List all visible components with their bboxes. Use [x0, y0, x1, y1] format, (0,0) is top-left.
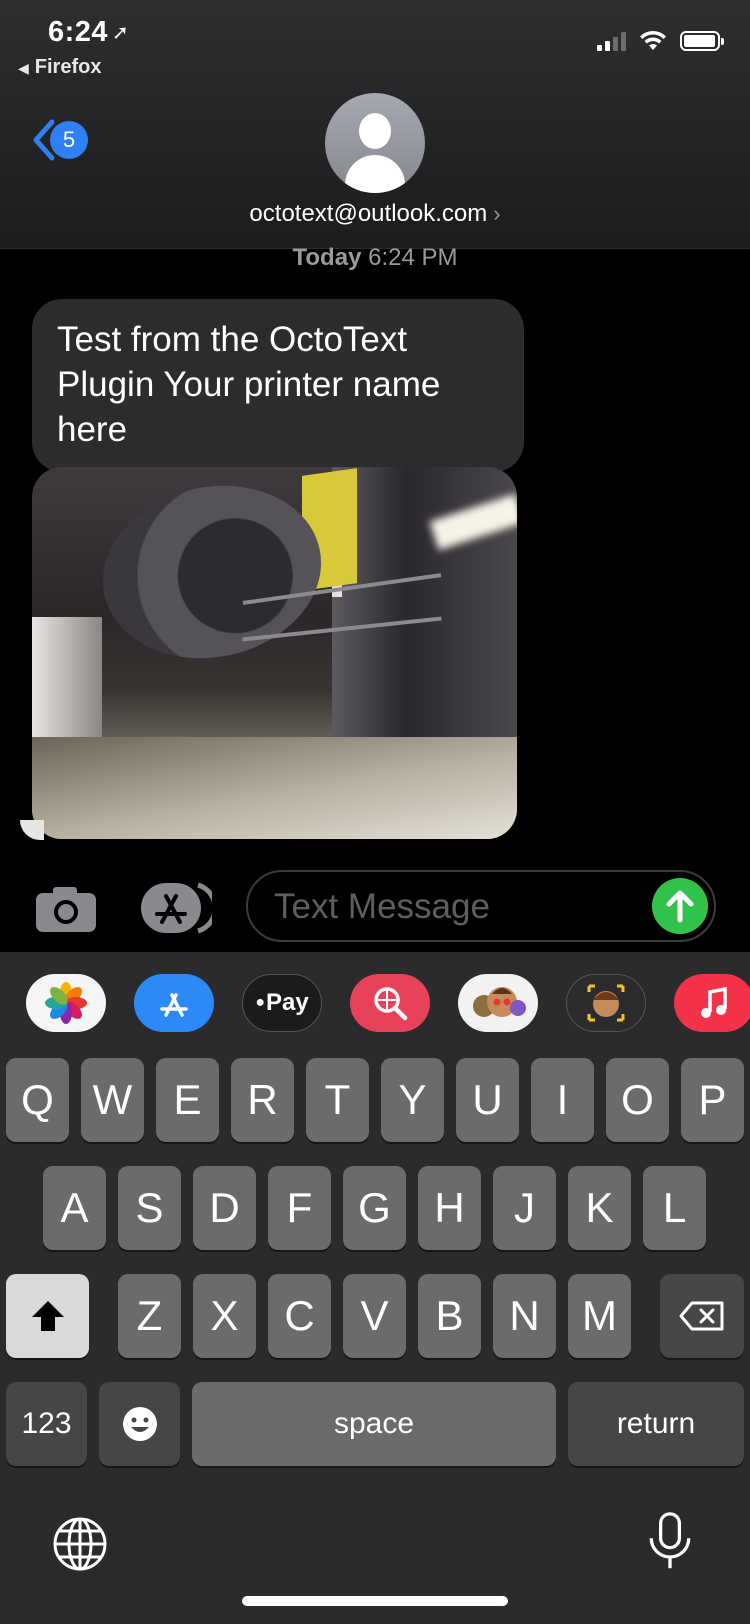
microphone-icon[interactable]	[640, 1512, 700, 1572]
apple-logo-icon: ●	[255, 994, 265, 1011]
cellular-signal-icon	[597, 31, 626, 51]
unread-count-badge: 5	[50, 121, 88, 159]
location-arrow-icon: ➚	[112, 22, 130, 44]
image-attachment[interactable]	[32, 467, 517, 839]
timestamp-day: Today	[292, 244, 362, 271]
conversation-header: 6:24 ➚ ◀ Firefox 5 octotext@outlook.com ›	[0, 0, 750, 249]
received-message-bubble[interactable]: Test from the OctoText Plugin Your print…	[32, 299, 524, 472]
status-indicators	[597, 30, 724, 52]
key-k[interactable]: K	[568, 1166, 631, 1250]
person-body-shape	[345, 155, 405, 193]
printer-fan-shape	[86, 467, 338, 679]
chevron-right-icon: ›	[493, 201, 501, 226]
key-u[interactable]: U	[456, 1058, 519, 1142]
key-z[interactable]: Z	[118, 1274, 181, 1358]
print-bed-shape	[32, 737, 517, 839]
numbers-key[interactable]: 123	[6, 1382, 87, 1466]
search-images-icon[interactable]	[350, 974, 430, 1032]
keyboard: QWERTYUIOP ASDFGHJKL ZXCVBNM 123 space r…	[0, 1052, 750, 1624]
photos-flower-icon	[45, 982, 87, 1024]
composer-row	[0, 858, 750, 950]
shift-arrow-icon	[31, 1301, 64, 1331]
key-p[interactable]: P	[681, 1058, 744, 1142]
status-time-text: 6:24	[48, 16, 109, 48]
backspace-icon	[679, 1301, 724, 1331]
memoji-stickers-icon[interactable]	[458, 974, 538, 1032]
key-e[interactable]: E	[156, 1058, 219, 1142]
delete-key[interactable]	[660, 1274, 744, 1358]
key-r[interactable]: R	[231, 1058, 294, 1142]
space-key[interactable]: space	[192, 1382, 556, 1466]
battery-icon	[680, 31, 724, 51]
send-button[interactable]	[652, 878, 708, 934]
arrow-up-icon	[666, 890, 694, 923]
animoji-icon[interactable]	[566, 974, 646, 1032]
magnifier-globe-icon	[374, 987, 408, 1021]
bubble-tail	[20, 820, 44, 840]
photos-app-icon[interactable]	[26, 974, 106, 1032]
globe-icon[interactable]	[50, 1514, 110, 1574]
key-i[interactable]: I	[531, 1058, 594, 1142]
return-key[interactable]: return	[568, 1382, 744, 1466]
smiley-icon	[122, 1407, 157, 1441]
timestamp-time: 6:24 PM	[368, 244, 458, 271]
key-n[interactable]: N	[493, 1274, 556, 1358]
key-l[interactable]: L	[643, 1166, 706, 1250]
key-w[interactable]: W	[81, 1058, 144, 1142]
key-d[interactable]: D	[193, 1166, 256, 1250]
key-x[interactable]: X	[193, 1274, 256, 1358]
emoji-key[interactable]	[99, 1382, 180, 1466]
text-message-input[interactable]	[272, 880, 646, 934]
app-store-button[interactable]	[140, 882, 212, 934]
key-o[interactable]: O	[606, 1058, 669, 1142]
music-note-icon	[701, 986, 727, 1018]
key-y[interactable]: Y	[381, 1058, 444, 1142]
memoji-faces-icon	[473, 987, 526, 1017]
key-v[interactable]: V	[343, 1274, 406, 1358]
back-app-label: Firefox	[34, 56, 102, 78]
key-g[interactable]: G	[343, 1166, 406, 1250]
key-c[interactable]: C	[268, 1274, 331, 1358]
home-indicator[interactable]	[242, 1596, 508, 1606]
person-head-shape	[359, 113, 391, 149]
contact-avatar[interactable]	[325, 93, 425, 193]
status-time: 6:24 ➚	[48, 16, 129, 49]
apple-pay-icon[interactable]: ● Pay	[242, 974, 322, 1032]
key-f[interactable]: F	[268, 1166, 331, 1250]
shift-key[interactable]	[6, 1274, 89, 1358]
key-m[interactable]: M	[568, 1274, 631, 1358]
music-app-icon[interactable]	[674, 974, 750, 1032]
animoji-face-icon	[587, 984, 625, 1022]
key-a[interactable]: A	[43, 1166, 106, 1250]
camera-button[interactable]	[35, 885, 97, 933]
message-timestamp: Today 6:24 PM	[0, 244, 750, 272]
app-store-a-icon	[160, 993, 188, 1017]
key-t[interactable]: T	[306, 1058, 369, 1142]
app-store-icon[interactable]	[134, 974, 214, 1032]
key-h[interactable]: H	[418, 1166, 481, 1250]
text-message-field[interactable]	[246, 870, 716, 942]
contact-name[interactable]: octotext@outlook.com ›	[0, 200, 750, 228]
back-triangle-icon: ◀	[18, 60, 29, 76]
key-b[interactable]: B	[418, 1274, 481, 1358]
back-to-app-link[interactable]: ◀ Firefox	[18, 56, 101, 79]
key-q[interactable]: Q	[6, 1058, 69, 1142]
apple-pay-label: Pay	[265, 989, 309, 1016]
key-j[interactable]: J	[493, 1166, 556, 1250]
contact-email: octotext@outlook.com	[249, 200, 488, 227]
imessage-app-drawer: ● Pay	[0, 952, 750, 1052]
back-button[interactable]: 5	[30, 118, 88, 162]
key-s[interactable]: S	[118, 1166, 181, 1250]
wifi-icon	[640, 30, 666, 50]
